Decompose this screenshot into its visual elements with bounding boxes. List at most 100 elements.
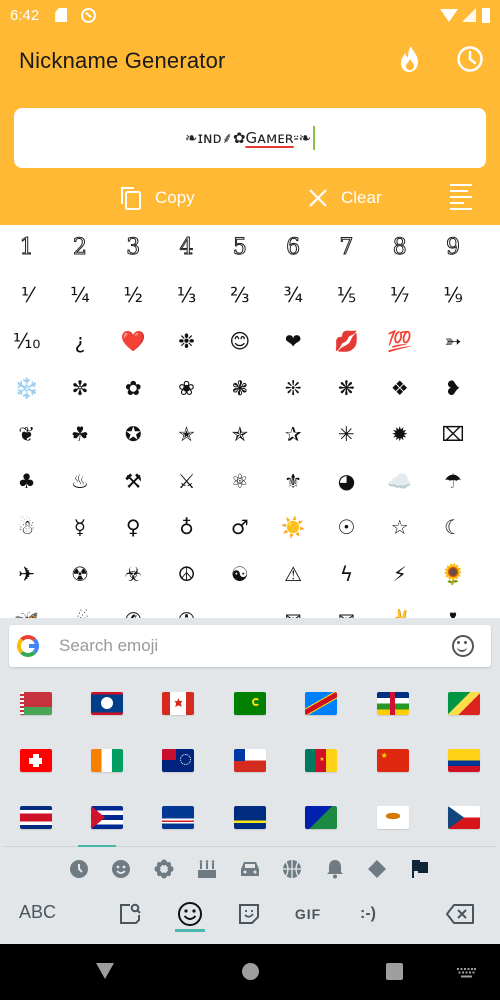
sticker-button[interactable] — [238, 900, 260, 928]
symbol-cell[interactable]: ☀️ — [266, 517, 319, 537]
flag-emoji[interactable] — [214, 692, 285, 715]
symbol-cell[interactable]: ✳ — [320, 424, 373, 444]
flag-emoji[interactable] — [428, 749, 499, 772]
symbol-cell[interactable]: ✈ — [0, 564, 53, 584]
symbol-cell[interactable]: ✭ — [160, 424, 213, 444]
back-button[interactable] — [96, 963, 114, 979]
recents-button[interactable] — [386, 963, 403, 980]
category-smileys[interactable] — [110, 858, 132, 880]
history-button[interactable] — [455, 44, 485, 74]
trending-button[interactable] — [395, 44, 425, 74]
symbol-cell[interactable]: ❖ — [373, 378, 426, 398]
symbol-cell[interactable]: ♀ — [107, 517, 160, 537]
category-flags[interactable] — [409, 858, 431, 880]
emoji-search-input[interactable] — [59, 636, 452, 656]
symbol-cell[interactable]: ❄️ — [0, 378, 53, 398]
symbol-cell[interactable]: ◕ — [320, 471, 373, 491]
symbol-cell[interactable]: ⅕ — [320, 285, 373, 305]
symbol-cell[interactable]: ❤️ — [107, 331, 160, 351]
flag-emoji[interactable]: ★ — [286, 749, 357, 772]
symbol-cell[interactable]: ⅑ — [426, 285, 479, 305]
symbol-cell[interactable]: ☢ — [53, 564, 106, 584]
symbol-cell[interactable]: ⚜ — [266, 471, 319, 491]
flag-emoji[interactable] — [0, 749, 71, 772]
category-nature[interactable] — [153, 858, 175, 880]
symbol-cell[interactable]: ❊ — [266, 378, 319, 398]
symbol-cell[interactable]: 9 — [426, 236, 479, 259]
symbol-cell[interactable]: ½ — [107, 285, 160, 305]
symbol-cell[interactable]: ☘ — [53, 424, 106, 444]
kaomoji-button[interactable]: :-) — [355, 900, 381, 928]
category-travel[interactable] — [239, 858, 261, 880]
symbol-cell[interactable]: ⚡ — [373, 564, 426, 584]
symbol-cell[interactable]: ⅒ — [0, 331, 53, 351]
symbol-cell[interactable]: ❋ — [320, 378, 373, 398]
flag-emoji[interactable] — [357, 692, 428, 715]
symbol-cell[interactable]: 8 — [373, 236, 426, 259]
symbol-cell[interactable]: ☉ — [320, 517, 373, 537]
symbol-cell[interactable]: ♂ — [213, 517, 266, 537]
symbol-cell[interactable]: ❃ — [213, 378, 266, 398]
symbol-cell[interactable]: ⚒ — [107, 471, 160, 491]
symbol-cell[interactable]: ⚔ — [160, 471, 213, 491]
symbol-cell[interactable]: ❀ — [160, 378, 213, 398]
flag-emoji[interactable]: ★ — [357, 749, 428, 772]
symbol-cell[interactable]: ☿ — [53, 517, 106, 537]
flag-emoji[interactable] — [214, 749, 285, 772]
symbol-cell[interactable]: ✼ — [53, 378, 106, 398]
flag-emoji[interactable] — [71, 692, 142, 715]
symbol-cell[interactable]: ✹ — [373, 424, 426, 444]
gif-button[interactable]: GIF — [292, 900, 324, 928]
flag-emoji[interactable] — [357, 806, 428, 829]
emoji-face-icon[interactable] — [452, 635, 474, 657]
symbol-cell[interactable]: ⚠ — [266, 564, 319, 584]
nickname-field[interactable]: ❧ɪɴᴅ⸙ ✿ Gᴀᴍᴇʀ ⸚❧ — [14, 108, 486, 168]
symbol-cell[interactable]: ✿ — [107, 378, 160, 398]
emoji-tab-button[interactable] — [177, 900, 203, 928]
flag-emoji[interactable] — [286, 692, 357, 715]
symbol-cell[interactable]: 3 — [107, 236, 160, 259]
abc-button[interactable]: ABC — [19, 902, 56, 923]
flag-emoji[interactable] — [143, 749, 214, 772]
flag-emoji[interactable] — [0, 692, 71, 715]
flag-emoji[interactable] — [71, 806, 142, 829]
symbol-cell[interactable]: ☂ — [426, 471, 479, 491]
align-button[interactable] — [450, 184, 474, 210]
category-activity[interactable] — [281, 858, 303, 880]
symbol-cell[interactable]: ☃ — [0, 517, 53, 537]
clear-button[interactable]: Clear — [307, 180, 382, 216]
symbol-cell[interactable]: ♨ — [53, 471, 106, 491]
emoji-search-bar[interactable] — [9, 625, 491, 667]
symbol-cell[interactable]: 2 — [53, 236, 106, 259]
flag-emoji[interactable] — [143, 692, 214, 715]
symbol-cell[interactable]: ¼ — [53, 285, 106, 305]
symbol-cell[interactable]: ☆ — [373, 517, 426, 537]
symbol-cell[interactable]: ⌧ — [426, 424, 479, 444]
symbol-cell[interactable]: ¿ — [53, 331, 106, 351]
symbol-cell[interactable]: 🌻 — [426, 564, 479, 584]
symbol-cell[interactable]: ☾ — [426, 517, 479, 537]
flag-emoji[interactable] — [0, 806, 71, 829]
category-symbols[interactable] — [366, 858, 388, 880]
flag-emoji[interactable] — [143, 806, 214, 829]
symbol-cell[interactable]: ❤ — [266, 331, 319, 351]
symbol-cell[interactable]: ⅔ — [213, 285, 266, 305]
symbol-cell[interactable]: ♁ — [160, 517, 213, 537]
keyboard-switch-icon[interactable] — [457, 968, 476, 978]
symbol-cell[interactable]: 6 — [266, 236, 319, 259]
sticker-search-button[interactable] — [118, 900, 142, 928]
symbol-cell[interactable]: 7 — [320, 236, 373, 259]
symbol-cell[interactable]: ❦ — [0, 424, 53, 444]
symbol-cell[interactable]: ✯ — [213, 424, 266, 444]
flag-emoji[interactable] — [214, 806, 285, 829]
category-food[interactable] — [196, 858, 218, 880]
flag-emoji[interactable] — [286, 806, 357, 829]
home-button[interactable] — [242, 963, 259, 980]
symbol-cell[interactable]: 😊 — [213, 331, 266, 351]
symbol-cell[interactable]: ❥ — [426, 378, 479, 398]
flag-emoji[interactable] — [71, 749, 142, 772]
symbol-cell[interactable]: ⚛ — [213, 471, 266, 491]
symbol-cell[interactable]: ☮ — [160, 564, 213, 584]
symbol-cell[interactable]: ⅟ — [0, 285, 53, 305]
symbol-cell[interactable]: ✪ — [107, 424, 160, 444]
